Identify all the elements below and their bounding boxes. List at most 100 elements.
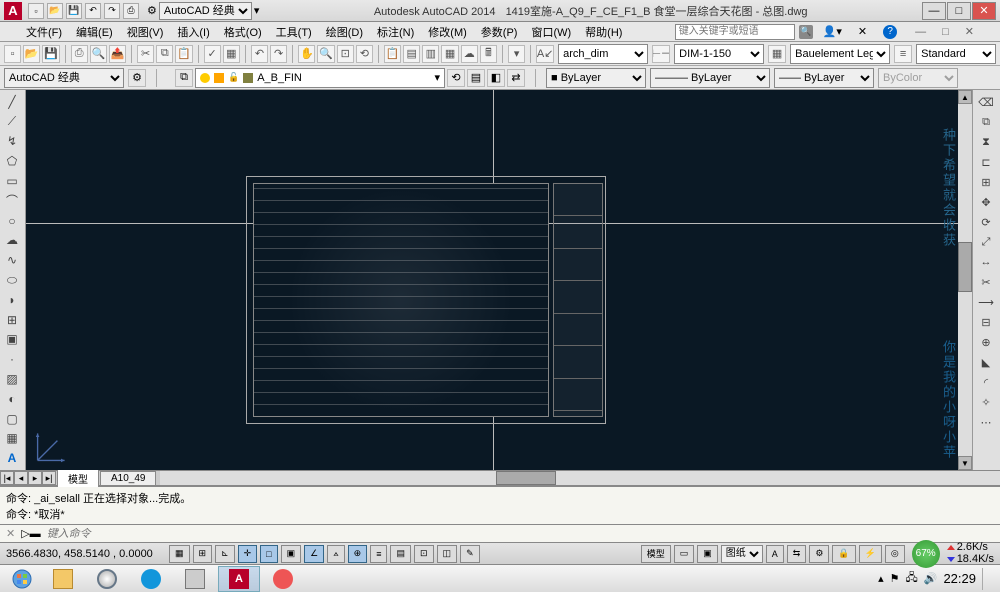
- tab-next-icon[interactable]: ▸: [28, 471, 42, 485]
- ducs-button[interactable]: ⟑: [327, 545, 344, 563]
- table-icon[interactable]: ▦: [1, 429, 23, 449]
- copy-icon[interactable]: ⧉: [156, 45, 173, 63]
- offset-icon[interactable]: ⊏: [974, 152, 998, 172]
- taskbar-qq-icon[interactable]: [130, 566, 172, 592]
- menu-format[interactable]: 格式(O): [218, 22, 268, 42]
- explode-icon[interactable]: ✧: [974, 392, 998, 412]
- app-logo-icon[interactable]: A: [4, 2, 22, 20]
- ml-style-select[interactable]: Standard: [916, 44, 996, 64]
- snap-button[interactable]: ▦: [169, 545, 190, 563]
- menu-edit[interactable]: 编辑(E): [70, 22, 119, 42]
- tray-vol-icon[interactable]: 🔊: [924, 572, 938, 585]
- minimize-button[interactable]: —: [922, 2, 946, 20]
- toolbar-lock-icon[interactable]: 🔒: [832, 545, 855, 563]
- vscrollbar[interactable]: ▲ ▼: [958, 90, 972, 470]
- mtext-icon[interactable]: A: [1, 448, 23, 468]
- new-icon[interactable]: ▫: [28, 3, 44, 19]
- start-button[interactable]: [4, 566, 40, 592]
- otrack-button[interactable]: ∠: [304, 545, 324, 563]
- pan-icon[interactable]: ✋: [298, 45, 315, 63]
- model-button[interactable]: 模型: [641, 545, 671, 563]
- annoauto-icon[interactable]: ⇆: [787, 545, 807, 563]
- save-icon[interactable]: 💾: [66, 3, 82, 19]
- annoscale-select[interactable]: 图纸: [721, 545, 763, 563]
- stretch-icon[interactable]: ↔: [974, 252, 998, 272]
- arc-icon[interactable]: ⌒: [1, 191, 23, 211]
- qnew-icon[interactable]: ▫: [4, 45, 21, 63]
- menu-window[interactable]: 窗口(W): [525, 22, 577, 42]
- table-style-select[interactable]: Bauelement Leg: [790, 44, 890, 64]
- signin-icon[interactable]: 👤▾: [817, 23, 848, 40]
- workspace-switcher[interactable]: ⚙ AutoCAD 经典 ▾: [147, 2, 259, 20]
- modify-more-icon[interactable]: ⋯: [974, 412, 998, 432]
- redo2-icon[interactable]: ↷: [270, 45, 287, 63]
- search-icon[interactable]: 🔍: [799, 25, 813, 39]
- cmd-close-icon[interactable]: ✕: [6, 527, 15, 540]
- menu-insert[interactable]: 插入(I): [171, 22, 215, 42]
- tray-net-icon[interactable]: 🖧: [905, 569, 917, 588]
- polygon-icon[interactable]: ⬠: [1, 151, 23, 171]
- tab-layout1[interactable]: A10_49: [100, 471, 156, 485]
- ws-switch-icon[interactable]: ⚙: [809, 545, 829, 563]
- color-select[interactable]: ■ ByLayer: [546, 68, 646, 88]
- help-icon[interactable]: ?: [883, 25, 897, 39]
- menu-view[interactable]: 视图(V): [121, 22, 170, 42]
- ml-style-icon[interactable]: ≡: [894, 45, 912, 63]
- print-icon[interactable]: ⎙: [123, 3, 139, 19]
- zoom-prev-icon[interactable]: ⟲: [356, 45, 373, 63]
- lineweight-select[interactable]: —— ByLayer: [774, 68, 874, 88]
- layer-iso-icon[interactable]: ◧: [487, 69, 505, 87]
- open-icon[interactable]: 📂: [47, 3, 63, 19]
- menu-tools[interactable]: 工具(T): [270, 22, 318, 42]
- coordinates[interactable]: 3566.4830, 458.5140 , 0.0000: [6, 548, 166, 560]
- tpal-icon[interactable]: ▥: [422, 45, 439, 63]
- clock[interactable]: 22:29: [943, 571, 976, 586]
- fillet-icon[interactable]: ◜: [974, 372, 998, 392]
- am-button[interactable]: ✎: [460, 545, 480, 563]
- save2-icon[interactable]: 💾: [42, 45, 59, 63]
- break-icon[interactable]: ⊟: [974, 312, 998, 332]
- workspace2-select[interactable]: AutoCAD 经典: [4, 68, 124, 88]
- pline-icon[interactable]: ↯: [1, 132, 23, 152]
- move-icon[interactable]: ✥: [974, 192, 998, 212]
- ortho-button[interactable]: ⊾: [215, 545, 235, 563]
- tab-prev-icon[interactable]: ◂: [14, 471, 28, 485]
- layer-select[interactable]: 🔓 A_B_FIN ▾: [195, 68, 445, 88]
- dim-style-select[interactable]: DIM-1-150: [674, 44, 764, 64]
- zoom-win-icon[interactable]: ⊡: [337, 45, 354, 63]
- workspace-select[interactable]: AutoCAD 经典: [159, 2, 252, 20]
- lwt-button[interactable]: ≡: [370, 545, 387, 563]
- tpy-button[interactable]: ▤: [390, 545, 411, 563]
- calc-icon[interactable]: 🖩: [480, 45, 497, 63]
- menu-draw[interactable]: 绘图(D): [320, 22, 369, 42]
- polar-button[interactable]: ✛: [238, 545, 258, 563]
- rectangle-icon[interactable]: ▭: [1, 171, 23, 191]
- sc-button[interactable]: ◫: [437, 545, 458, 563]
- copy2-icon[interactable]: ⧉: [974, 112, 998, 132]
- ws-settings-icon[interactable]: ⚙: [128, 69, 146, 87]
- line-icon[interactable]: ╱: [1, 92, 23, 112]
- menu-help[interactable]: 帮助(H): [579, 22, 628, 42]
- ellipse-icon[interactable]: ⬭: [1, 270, 23, 290]
- 3dosnap-button[interactable]: ▣: [281, 545, 302, 563]
- plotstyle-select[interactable]: ByColor: [878, 68, 958, 88]
- taskbar-autocad-icon[interactable]: A: [218, 566, 260, 592]
- erase-icon[interactable]: ⌫: [974, 92, 998, 112]
- trim-icon[interactable]: ✂: [974, 272, 998, 292]
- tray-flag-icon[interactable]: ⚑: [890, 572, 900, 585]
- xline-icon[interactable]: ⟋: [1, 112, 23, 132]
- extend-icon[interactable]: ⟶: [974, 292, 998, 312]
- taskbar-wheel-icon[interactable]: [86, 566, 128, 592]
- exchange-icon[interactable]: ✕: [852, 23, 873, 40]
- table-style-icon[interactable]: ▦: [768, 45, 786, 63]
- publish-icon[interactable]: 📤: [109, 45, 126, 63]
- ellarc-icon[interactable]: ◗: [1, 290, 23, 310]
- text-style-select[interactable]: arch_dim: [558, 44, 648, 64]
- tab-last-icon[interactable]: ▸|: [42, 471, 56, 485]
- maximize-button[interactable]: □: [947, 2, 971, 20]
- qv-drawings-icon[interactable]: ▣: [697, 545, 718, 563]
- layer-manager-icon[interactable]: ⧉: [175, 69, 193, 87]
- dim-style-icon[interactable]: ⊢⊣: [652, 45, 670, 63]
- cut-icon[interactable]: ✂: [137, 45, 154, 63]
- block-icon[interactable]: ▦: [223, 45, 240, 63]
